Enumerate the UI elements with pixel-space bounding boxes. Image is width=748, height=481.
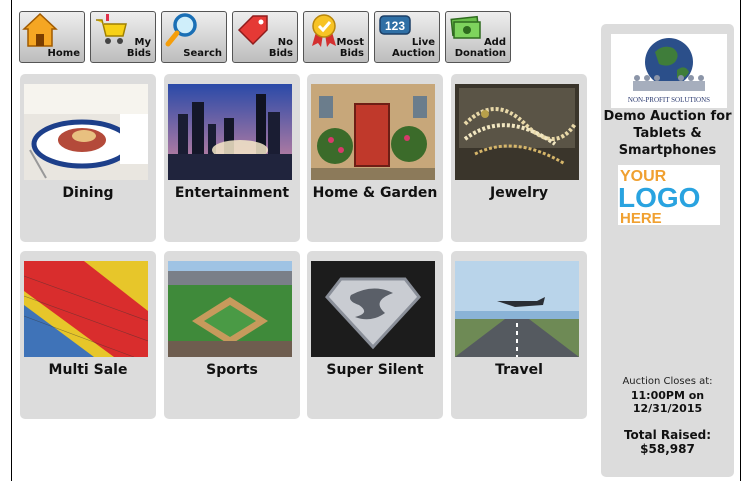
left-border (11, 0, 12, 481)
add-donation-button[interactable]: Add Donation (445, 11, 511, 63)
my-bids-label: My Bids (126, 37, 151, 59)
category-label: Jewelry (490, 185, 548, 201)
category-label: Entertainment (174, 185, 290, 201)
live-auction-button[interactable]: 123 Live Auction (374, 11, 440, 63)
home-label: Home (47, 48, 80, 59)
category-jewelry[interactable]: Jewelry (451, 74, 587, 242)
add-donation-label: Add Donation (454, 37, 506, 59)
sports-image (168, 261, 292, 357)
category-label: Home & Garden (312, 185, 438, 201)
category-dining[interactable]: Dining (20, 74, 156, 242)
most-bids-label: Most Bids (336, 37, 364, 59)
home-garden-image (311, 84, 435, 180)
dining-image (24, 84, 148, 180)
jewelry-image (455, 84, 579, 180)
travel-image (455, 261, 579, 357)
counter-text: 123 (385, 19, 405, 33)
super-silent-image (311, 261, 435, 357)
total-raised-value: $58,987 (640, 442, 695, 456)
search-label: Search (183, 48, 222, 59)
category-sports[interactable]: Sports (164, 251, 300, 419)
auction-title: Demo Auction for Tablets & Smartphones (603, 109, 732, 158)
closes-time: 11:00PM on 12/31/2015 (630, 389, 705, 415)
category-label: Travel (495, 362, 543, 378)
category-label: Sports (206, 362, 258, 378)
total-raised-label: Total Raised: (623, 428, 712, 442)
your-logo-line3: HERE (620, 210, 662, 225)
category-travel[interactable]: Travel (451, 251, 587, 419)
category-label: Multi Sale (48, 362, 128, 378)
house-icon (22, 12, 58, 47)
category-label: Super Silent (326, 362, 424, 378)
entertainment-image (168, 84, 292, 180)
no-bids-label: No Bids (268, 37, 293, 59)
category-label: Dining (62, 185, 114, 201)
right-border (740, 0, 741, 481)
sidebar: NON-PROFIT SOLUTIONS Demo Auction for Ta… (601, 24, 734, 477)
non-profit-solutions-logo: NON-PROFIT SOLUTIONS (611, 34, 727, 108)
no-bids-button[interactable]: No Bids (232, 11, 298, 63)
home-button[interactable]: Home (19, 11, 85, 63)
closes-label: Auction Closes at: (622, 376, 713, 387)
category-entertainment[interactable]: Entertainment (164, 74, 300, 242)
most-bids-button[interactable]: Most Bids (303, 11, 369, 63)
category-multi-sale[interactable]: Multi Sale (20, 251, 156, 419)
toolbar: Home My Bids Search No Bids Most Bids 12… (19, 11, 511, 63)
your-logo-placeholder: YOUR LOGO HERE (618, 165, 720, 227)
multi-sale-image (24, 261, 148, 357)
my-bids-button[interactable]: My Bids (90, 11, 156, 63)
your-logo-line2: LOGO (618, 182, 700, 213)
category-home-garden[interactable]: Home & Garden (307, 74, 443, 242)
search-button[interactable]: Search (161, 11, 227, 63)
live-auction-label: Live Auction (392, 37, 435, 59)
category-super-silent[interactable]: Super Silent (307, 251, 443, 419)
logo-text: NON-PROFIT SOLUTIONS (628, 96, 710, 104)
magnifier-icon (165, 13, 197, 47)
